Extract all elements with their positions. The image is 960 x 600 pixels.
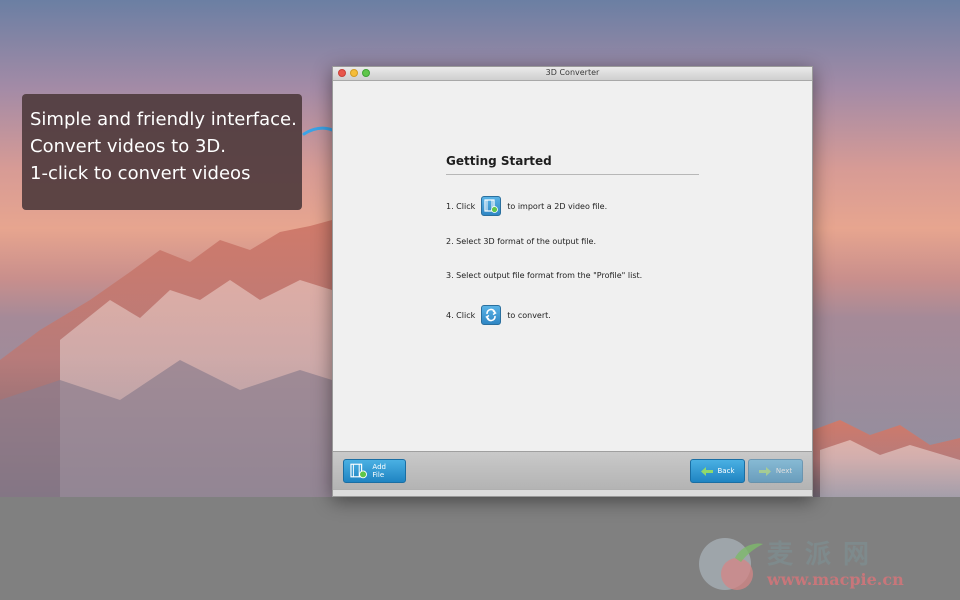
back-label: Back xyxy=(717,467,735,475)
getting-started-panel: Getting Started 1. Click to import a 2D … xyxy=(333,81,812,451)
step-2-text: 2. Select 3D format of the output file. xyxy=(446,237,597,246)
step-4: 4. Click to convert. xyxy=(446,305,551,325)
step-4-suffix: to convert. xyxy=(507,310,551,320)
promo-line-3: 1-click to convert videos xyxy=(30,163,251,184)
promo-callout: Simple and friendly interface. Convert v… xyxy=(22,94,302,210)
back-button[interactable]: Back xyxy=(690,459,745,483)
add-file-button[interactable]: Add File xyxy=(343,459,406,483)
next-button[interactable]: Next xyxy=(748,459,803,483)
film-add-icon xyxy=(350,463,367,479)
watermark: 麦派网 www.macpie.cn xyxy=(695,532,945,594)
window-title: 3D Converter xyxy=(545,68,600,77)
watermark-text: 麦派网 xyxy=(767,540,882,570)
promo-line-2: Convert videos to 3D. xyxy=(30,136,226,157)
step-3-text: 3. Select output file format from the "P… xyxy=(446,271,643,280)
convert-arrows-icon xyxy=(481,305,502,325)
window-titlebar: 3D Converter xyxy=(333,67,812,81)
status-strip xyxy=(333,489,812,496)
app-window: 3D Converter Getting Started 1. Click to… xyxy=(332,66,813,497)
step-2: 2. Select 3D format of the output file. xyxy=(446,237,596,246)
bottom-toolbar: Add File Back Next xyxy=(333,451,812,490)
getting-started-title: Getting Started xyxy=(446,154,699,175)
step-4-prefix: 4. Click xyxy=(446,310,476,320)
step-1: 1. Click to import a 2D video file. xyxy=(446,196,607,216)
step-3: 3. Select output file format from the "P… xyxy=(446,271,642,280)
watermark-logo xyxy=(699,538,763,590)
step-1-suffix: to import a 2D video file. xyxy=(507,201,608,211)
watermark-url: www.macpie.cn xyxy=(767,570,904,589)
film-add-icon xyxy=(481,196,502,216)
step-1-prefix: 1. Click xyxy=(446,201,476,211)
promo-line-1: Simple and friendly interface. xyxy=(30,109,297,130)
arrow-right-icon xyxy=(758,466,771,476)
arrow-left-icon xyxy=(700,466,713,476)
next-label: Next xyxy=(775,467,793,475)
add-file-label: Add File xyxy=(372,463,386,479)
